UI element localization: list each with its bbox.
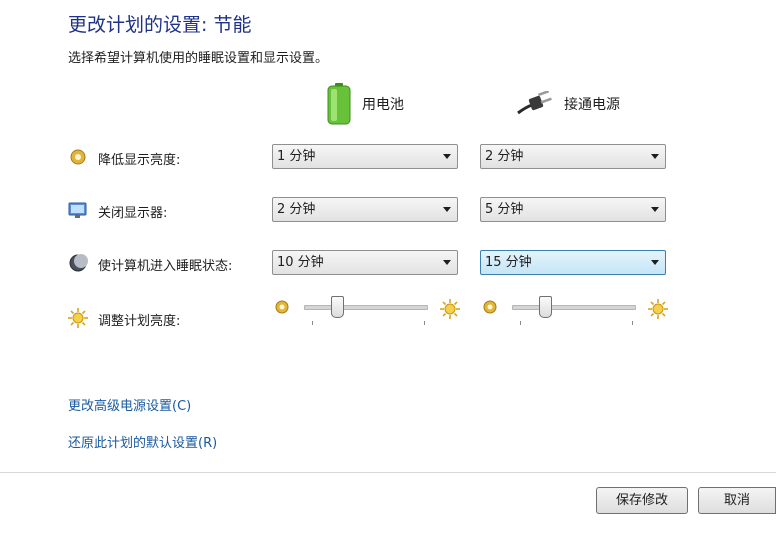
dim-brightness-icon	[275, 300, 289, 314]
monitor-off-battery-value: 2 分钟	[277, 202, 316, 217]
sleep-battery-value: 10 分钟	[277, 255, 324, 270]
dim-display-plugged-value: 2 分钟	[485, 149, 524, 164]
dim-display-icon	[70, 149, 86, 165]
monitor-off-plugged-select[interactable]: 5 分钟	[480, 197, 666, 222]
dim-display-battery-select[interactable]: 1 分钟	[272, 144, 458, 169]
monitor-off-battery-select[interactable]: 2 分钟	[272, 197, 458, 222]
sleep-moon-icon	[69, 254, 88, 272]
dim-display-label: 降低显示亮度:	[98, 153, 181, 168]
slider-tick	[312, 321, 313, 325]
plugged-column-header: 接通电源	[516, 82, 620, 126]
brightness-battery-slider[interactable]	[272, 296, 472, 326]
save-button[interactable]: 保存修改	[596, 487, 688, 514]
brightness-plugged-slider[interactable]	[480, 296, 680, 326]
slider-tick	[424, 321, 425, 325]
battery-column-header: 用电池	[326, 82, 404, 126]
chevron-down-icon	[651, 154, 659, 159]
monitor-off-icon	[68, 202, 87, 218]
sleep-plugged-value: 15 分钟	[485, 255, 532, 270]
restore-defaults-link[interactable]: 还原此计划的默认设置(R)	[68, 432, 217, 451]
sleep-label: 使计算机进入睡眠状态:	[98, 259, 233, 274]
chevron-down-icon	[651, 207, 659, 212]
battery-column-label: 用电池	[362, 97, 404, 113]
sleep-plugged-select[interactable]: 15 分钟	[480, 250, 666, 275]
chevron-down-icon	[443, 154, 451, 159]
brightness-icon	[68, 308, 88, 328]
slider-track[interactable]	[512, 305, 636, 310]
dim-brightness-icon	[483, 300, 497, 314]
slider-thumb[interactable]	[330, 296, 344, 318]
plugged-column-label: 接通电源	[564, 97, 620, 113]
monitor-off-plugged-value: 5 分钟	[485, 202, 524, 217]
monitor-off-label: 关闭显示器:	[98, 206, 168, 221]
page-title: 更改计划的设置: 节能	[68, 14, 252, 36]
dim-display-battery-value: 1 分钟	[277, 149, 316, 164]
power-plug-icon	[517, 91, 552, 115]
bright-brightness-icon	[648, 299, 668, 319]
dim-display-plugged-select[interactable]: 2 分钟	[480, 144, 666, 169]
cancel-button[interactable]: 取消	[698, 487, 776, 514]
slider-thumb[interactable]	[538, 296, 552, 318]
brightness-label: 调整计划亮度:	[98, 314, 181, 329]
battery-icon	[327, 83, 351, 125]
chevron-down-icon	[651, 260, 659, 265]
page-subtitle: 选择希望计算机使用的睡眠设置和显示设置。	[68, 51, 329, 66]
chevron-down-icon	[443, 260, 451, 265]
sleep-battery-select[interactable]: 10 分钟	[272, 250, 458, 275]
bright-brightness-icon	[440, 299, 460, 319]
footer-divider	[0, 472, 776, 473]
slider-tick	[520, 321, 521, 325]
advanced-power-settings-link[interactable]: 更改高级电源设置(C)	[68, 395, 191, 414]
slider-tick	[632, 321, 633, 325]
slider-track[interactable]	[304, 305, 428, 310]
chevron-down-icon	[443, 207, 451, 212]
